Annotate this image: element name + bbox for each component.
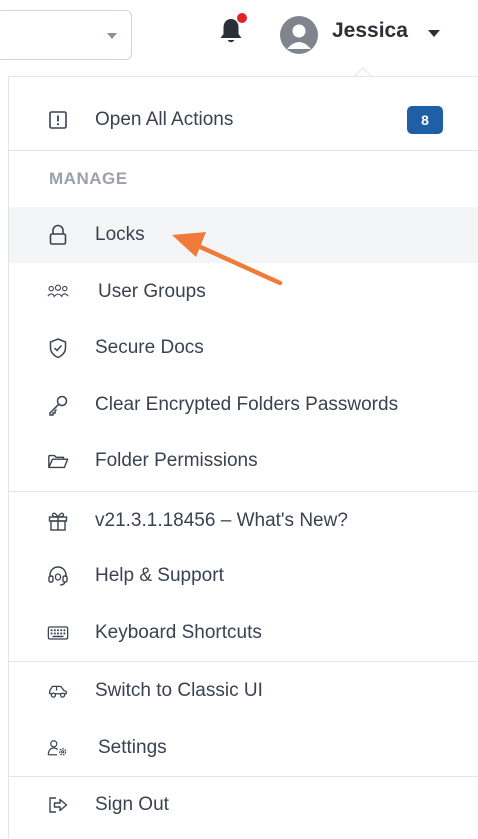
menu-item-help-support[interactable]: Help & Support [9, 548, 478, 604]
menu-item-label: Clear Encrypted Folders Passwords [95, 394, 399, 415]
menu-item-whats-new[interactable]: v21.3.1.18456 – What's New? [9, 493, 478, 549]
menu-item-user-groups[interactable]: User Groups [9, 264, 478, 320]
user-settings-icon [47, 737, 69, 759]
menu-item-label: Locks [95, 224, 145, 245]
keyboard-icon [47, 622, 69, 644]
menu-divider [9, 150, 478, 151]
menu-item-clear-encrypted-passwords[interactable]: Clear Encrypted Folders Passwords [9, 377, 478, 433]
headset-icon [47, 565, 69, 587]
sign-out-icon [47, 794, 69, 816]
menu-item-label: Settings [98, 737, 167, 758]
menu-item-sign-out[interactable]: Sign Out [9, 777, 478, 833]
top-bar: Jessica [0, 0, 478, 66]
alert-square-icon [47, 109, 69, 131]
menu-item-label: Secure Docs [95, 337, 204, 358]
menu-item-label: Folder Permissions [95, 450, 258, 471]
lock-icon [47, 224, 69, 246]
menu-item-settings[interactable]: Settings [9, 720, 478, 776]
menu-item-label: Help & Support [95, 565, 224, 586]
chevron-down-icon [107, 33, 117, 39]
menu-item-open-all-actions[interactable]: Open All Actions 8 [9, 92, 478, 148]
menu-item-label: v21.3.1.18456 – What's New? [95, 510, 348, 531]
menu-item-locks[interactable]: Locks [9, 207, 478, 263]
user-groups-icon [47, 281, 69, 303]
menu-divider [9, 661, 478, 662]
folder-open-icon [47, 450, 69, 472]
menu-divider [9, 491, 478, 492]
menu-item-label: User Groups [98, 281, 206, 302]
notification-dot [237, 13, 247, 23]
shield-icon [47, 337, 69, 359]
key-icon [47, 394, 69, 416]
user-dropdown-menu: Open All Actions 8 MANAGE Locks User Gro… [8, 76, 478, 839]
menu-item-label: Open All Actions [95, 109, 234, 130]
menu-item-label: Keyboard Shortcuts [95, 622, 262, 643]
menu-item-secure-docs[interactable]: Secure Docs [9, 320, 478, 376]
menu-item-folder-permissions[interactable]: Folder Permissions [9, 433, 478, 489]
actions-count-badge: 8 [407, 106, 443, 134]
user-menu-caret-icon[interactable] [428, 30, 440, 37]
car-icon [47, 680, 69, 702]
dropdown-select[interactable] [0, 10, 132, 60]
menu-item-switch-classic-ui[interactable]: Switch to Classic UI [9, 663, 478, 719]
menu-item-label: Sign Out [95, 794, 169, 815]
avatar[interactable] [280, 16, 318, 54]
gift-icon [47, 510, 69, 532]
menu-item-label: Switch to Classic UI [95, 680, 263, 701]
section-heading-manage: MANAGE [49, 169, 128, 188]
user-name[interactable]: Jessica [332, 19, 408, 43]
menu-item-keyboard-shortcuts[interactable]: Keyboard Shortcuts [9, 605, 478, 661]
